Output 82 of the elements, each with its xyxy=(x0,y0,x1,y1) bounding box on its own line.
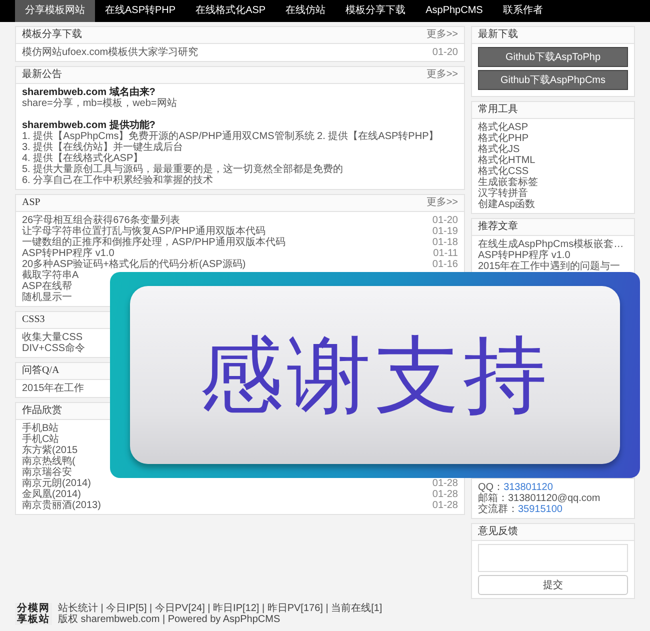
side-link[interactable]: 在线生成AspPhpCms模板嵌套… xyxy=(478,239,628,250)
article-link[interactable]: 南京元朗(2014) xyxy=(22,478,91,489)
article-link[interactable]: ASP在线帮 xyxy=(22,281,72,292)
download-button[interactable]: Github下载AspToPhp xyxy=(478,47,628,67)
article-date: 01-28 xyxy=(432,478,458,489)
contact-label: 邮箱： xyxy=(478,493,508,504)
copyright-text: 版权 sharembweb.com | Powered by AspPhpCMS xyxy=(58,614,282,625)
side-link[interactable]: 格式化PHP xyxy=(478,133,628,144)
article-date: 01-11 xyxy=(433,248,458,259)
panel-title: ASP xyxy=(22,196,40,210)
article-link[interactable]: ASP转PHP程序 v1.0 xyxy=(22,248,114,259)
article-link[interactable]: 收集大量CSS xyxy=(22,332,83,343)
side-link[interactable]: 格式化CSS xyxy=(478,166,628,177)
notice-line: share=分享，mb=模板，web=网站 xyxy=(22,98,178,109)
notice-line: 5. 提供大量原创工具与源码，最最重要的是，这一切竟然全部都是免费的 xyxy=(22,164,344,175)
notice-line: sharembweb.com 提供功能? xyxy=(22,120,156,131)
site-logo: 分模网 享板站 xyxy=(15,603,52,625)
nav-link[interactable]: 在线格式化ASP xyxy=(186,0,276,22)
side-link[interactable]: 2015年在工作中遇到的问题与一 xyxy=(478,261,628,272)
download-button[interactable]: Github下载AspPhpCms xyxy=(478,70,628,90)
side-link[interactable]: 汉字转拼音 xyxy=(478,188,628,199)
side-link[interactable]: 格式化JS xyxy=(478,144,628,155)
submit-button[interactable]: 提交 xyxy=(478,575,628,595)
article-date: 01-18 xyxy=(432,237,458,248)
more-link[interactable]: 更多>> xyxy=(426,27,458,43)
article-link[interactable]: 26字母相互组合获得676条变量列表 xyxy=(22,215,180,226)
article-link[interactable]: 南京热线鸭( xyxy=(22,456,76,467)
contact-label: QQ： xyxy=(478,482,504,493)
notice-line: 1. 提供【AspPhpCms】免费开源的ASP/PHP通用双CMS管制系统 2. 提供【在线ASP转PHP】 xyxy=(22,131,440,142)
article-date: 01-20 xyxy=(432,47,458,58)
article-link[interactable]: 东方紫(2015 xyxy=(22,445,78,456)
nav-link[interactable]: 模板分享下载 xyxy=(336,0,416,22)
side-link[interactable]: 格式化HTML xyxy=(478,155,628,166)
nav-link[interactable]: 分享模板网站 xyxy=(15,0,95,22)
article-link[interactable]: 手机C站 xyxy=(22,434,60,445)
contact-value: 313801120@qq.com xyxy=(508,493,600,504)
article-date: 01-20 xyxy=(432,215,458,226)
more-link[interactable]: 更多>> xyxy=(426,195,458,211)
panel-title: 模板分享下载 xyxy=(22,28,82,42)
notice-line: 6. 分享自己在工作中积累经验和掌握的技术 xyxy=(22,175,214,186)
article-link[interactable]: 模仿网站ufoex.com模板供大家学习研究 xyxy=(22,47,198,58)
panel-title: 作品欣赏 xyxy=(22,404,62,418)
nav-link[interactable]: AspPhpCMS xyxy=(416,0,493,22)
article-link[interactable]: 一键数组的正推序和倒推序处理，ASP/PHP通用双版本代码 xyxy=(22,237,286,248)
side-link[interactable]: 生成嵌套标签 xyxy=(478,177,628,188)
notice-line: sharembweb.com 域名由来? xyxy=(22,87,156,98)
article-date: 01-28 xyxy=(432,489,458,500)
article-link[interactable]: 金凤凰(2014) xyxy=(22,489,81,500)
banner-text: 感谢支持 xyxy=(199,333,551,417)
panel-title: 常用工具 xyxy=(478,102,518,117)
nav-link[interactable]: 在线ASP转PHP xyxy=(95,0,186,22)
contact-link[interactable]: 313801120 xyxy=(504,482,553,493)
side-link[interactable]: 格式化ASP xyxy=(478,122,628,133)
panel-title: CSS3 xyxy=(22,313,45,327)
article-link[interactable]: DIV+CSS命令 xyxy=(22,343,86,354)
nav-link[interactable]: 在线仿站 xyxy=(276,0,336,22)
article-link[interactable]: 2015年在工作 xyxy=(22,383,84,394)
contact-link[interactable]: 35915100 xyxy=(518,504,562,515)
panel-title: 意见反馈 xyxy=(478,524,518,539)
nav-link[interactable]: 联系作者 xyxy=(492,0,553,22)
article-link[interactable]: 截取字符串A xyxy=(22,270,79,281)
article-link[interactable]: 让字母字符串位置打乱与恢复ASP/PHP通用双版本代码 xyxy=(22,226,266,237)
article-date: 01-19 xyxy=(432,226,458,237)
side-link[interactable]: 创建Asp函数 xyxy=(478,199,628,210)
notice-line: 3. 提供【在线仿站】并一键生成后台 xyxy=(22,142,184,153)
article-link[interactable]: 20多种ASP验证码+格式化后的代码分析(ASP源码) xyxy=(22,259,246,270)
side-link[interactable]: ASP转PHP程序 v1.0 xyxy=(478,250,628,261)
article-link[interactable]: 南京贵丽酒(2013) xyxy=(22,500,101,511)
more-link[interactable]: 更多>> xyxy=(426,67,458,83)
panel-title: 推荐文章 xyxy=(478,220,518,234)
panel-title: 最新下载 xyxy=(478,28,518,42)
contact-label: 交流群： xyxy=(478,504,518,515)
notice-line: 4. 提供【在线格式化ASP】 xyxy=(22,153,144,164)
stats-text: 站长统计 | 今日IP[5] | 今日PV[24] | 昨日IP[12] | 昨日PV[176] | 当前在线[1] xyxy=(58,603,382,614)
article-link[interactable]: 南京瑞谷安 xyxy=(22,467,72,478)
article-date: 01-16 xyxy=(432,259,458,270)
article-link[interactable]: 手机B站 xyxy=(22,423,59,434)
feedback-field[interactable] xyxy=(478,544,628,572)
article-date: 01-28 xyxy=(432,500,458,511)
article-link[interactable]: 随机显示一 xyxy=(22,292,72,303)
panel-title: 问答Q/A xyxy=(22,364,60,378)
panel-title: 最新公告 xyxy=(22,68,62,82)
